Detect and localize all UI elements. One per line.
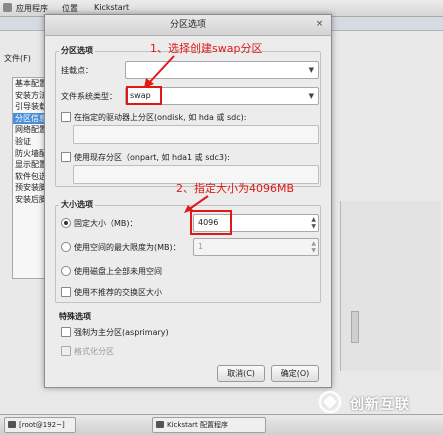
kickstart-icon bbox=[156, 421, 164, 428]
taskbar: [root@192~] Kickstart 配置程序 bbox=[0, 414, 443, 435]
partition-options-label: 分区选项 bbox=[59, 45, 95, 56]
special-options-label: 特殊选项 bbox=[59, 312, 91, 321]
chevron-down-icon[interactable]: ▼ bbox=[309, 66, 314, 74]
taskbar-item-terminal-label: [root@192~] bbox=[19, 421, 65, 429]
ondisk-label: 在指定的驱动器上分区(ondisk, 如 hda 或 sdc): bbox=[74, 113, 247, 122]
max-size-value: 1 bbox=[198, 242, 204, 251]
menu-file[interactable]: 文件(F) bbox=[4, 53, 31, 64]
spinner-arrows-icon[interactable]: ▲ ▼ bbox=[311, 240, 316, 254]
chevron-down-icon[interactable]: ▼ bbox=[309, 92, 314, 100]
kickstart-content-area bbox=[340, 201, 441, 371]
menu-applications[interactable]: 应用程序 bbox=[16, 3, 48, 14]
spinner-arrows-icon[interactable]: ▲ ▼ bbox=[311, 216, 316, 230]
scrollbar[interactable] bbox=[351, 311, 359, 343]
asprimary-checkbox[interactable] bbox=[61, 327, 71, 337]
fixed-size-radio[interactable] bbox=[61, 218, 71, 228]
asprimary-label: 强制为主分区(asprimary) bbox=[74, 328, 169, 337]
ondisk-checkbox[interactable] bbox=[61, 112, 71, 122]
onpart-checkbox[interactable] bbox=[61, 152, 71, 162]
menu-places[interactable]: 位置 bbox=[62, 3, 78, 14]
annotation-box-fs-type bbox=[126, 86, 162, 105]
watermark-text: 创新互联 bbox=[350, 397, 410, 413]
max-size-label: 使用空间的最大限度为(MB)： bbox=[74, 243, 181, 252]
max-size-radio[interactable] bbox=[61, 242, 71, 252]
dialog-titlebar: 分区选项 × bbox=[45, 15, 331, 36]
format-checkbox[interactable] bbox=[61, 346, 71, 356]
taskbar-item-kickstart[interactable]: Kickstart 配置程序 bbox=[152, 417, 266, 433]
watermark: 创新互联 bbox=[312, 388, 440, 416]
fixed-size-label: 固定大小（MB)： bbox=[74, 219, 138, 228]
taskbar-item-terminal[interactable]: [root@192~] bbox=[4, 417, 76, 433]
ok-button[interactable]: 确定(O) bbox=[271, 365, 319, 382]
onpart-label: 使用现存分区（onpart, 如 hda1 或 sdc3): bbox=[74, 153, 230, 162]
cancel-button[interactable]: 取消(C) bbox=[217, 365, 265, 382]
dialog-title: 分区选项 bbox=[169, 20, 206, 30]
watermark-logo-icon bbox=[318, 390, 342, 414]
terminal-icon bbox=[8, 421, 16, 428]
menu-kickstart[interactable]: Kickstart bbox=[94, 3, 129, 12]
applications-icon[interactable] bbox=[3, 3, 12, 12]
recommended-swap-label: 使用不推荐的交换区大小 bbox=[74, 288, 162, 297]
close-icon[interactable]: × bbox=[314, 19, 325, 30]
fill-disk-label: 使用磁盘上全部未用空间 bbox=[74, 267, 162, 276]
taskbar-item-kickstart-label: Kickstart 配置程序 bbox=[167, 421, 228, 429]
fs-type-label: 文件系统类型： bbox=[61, 92, 117, 101]
mount-point-label: 挂载点： bbox=[61, 66, 93, 75]
max-size-spinner[interactable]: 1 ▲ ▼ bbox=[193, 238, 319, 256]
ondisk-input[interactable] bbox=[73, 125, 319, 144]
size-options-label: 大小选项 bbox=[59, 199, 95, 210]
annotation-arrow-1 bbox=[144, 55, 175, 88]
format-label: 格式化分区 bbox=[74, 347, 114, 356]
annotation-box-fixed-size bbox=[190, 210, 232, 235]
fill-disk-radio[interactable] bbox=[61, 266, 71, 276]
recommended-swap-checkbox[interactable] bbox=[61, 287, 71, 297]
